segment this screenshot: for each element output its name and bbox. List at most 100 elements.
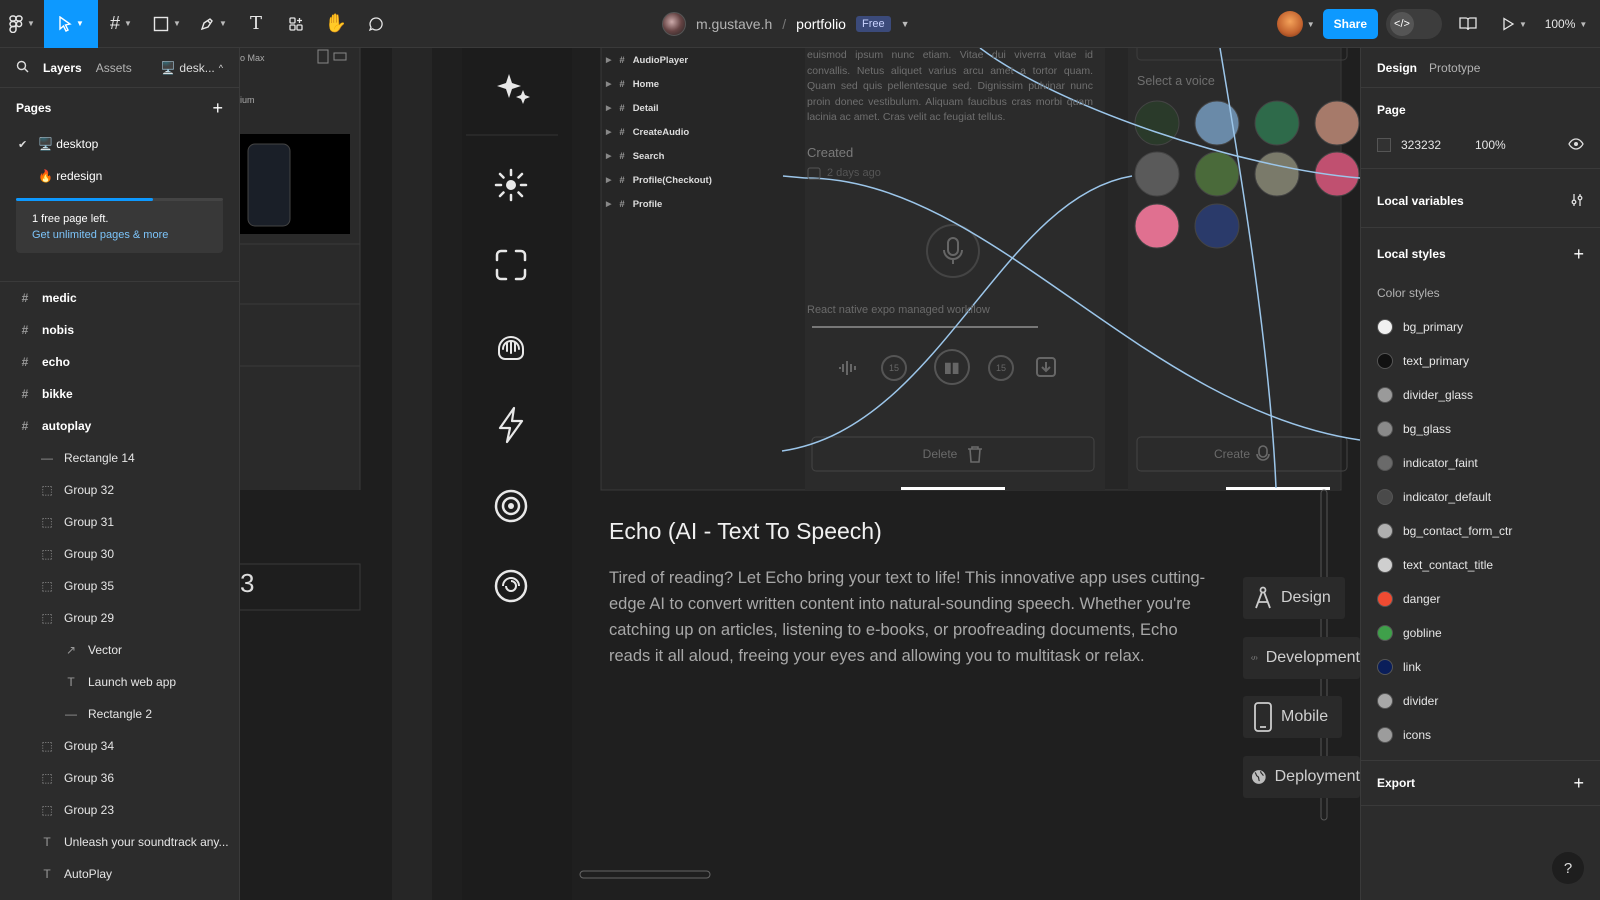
lightning-icon[interactable] xyxy=(493,406,529,444)
color-style-item[interactable]: divider_glass xyxy=(1361,378,1600,412)
layer-label: AutoPlay xyxy=(64,867,113,881)
comment-tool-button[interactable] xyxy=(356,0,396,48)
components-icon xyxy=(289,16,303,31)
page-opacity-value[interactable]: 100% xyxy=(1475,138,1506,152)
upsell-link[interactable]: Get unlimited pages & more xyxy=(32,229,207,241)
color-style-item[interactable]: text_primary xyxy=(1361,344,1600,378)
variables-icon[interactable] xyxy=(1570,193,1584,210)
color-style-item[interactable]: gobline xyxy=(1361,616,1600,650)
page-background-row[interactable]: 323232 100% xyxy=(1361,132,1600,158)
add-style-icon[interactable]: + xyxy=(1573,244,1584,265)
color-style-item[interactable]: link xyxy=(1361,650,1600,684)
file-owner[interactable]: m.gustave.h xyxy=(696,16,772,32)
tag-mobile: Mobile xyxy=(1243,696,1343,738)
caret-right-icon: ▶ xyxy=(606,201,612,208)
multiplayer-avatar-button[interactable]: ▼ xyxy=(1276,11,1315,37)
layer-item[interactable]: # autoplay xyxy=(0,410,240,442)
color-style-item[interactable]: bg_contact_form_ctr xyxy=(1361,514,1600,548)
page-color-swatch[interactable] xyxy=(1377,138,1391,152)
page-item-desktop[interactable]: ✔ 🖥️ desktop xyxy=(0,128,239,160)
tab-assets[interactable]: Assets xyxy=(96,61,132,75)
resources-button[interactable] xyxy=(276,0,316,48)
ai-sparkle-icon[interactable] xyxy=(495,70,531,106)
color-style-item[interactable]: bg_glass xyxy=(1361,412,1600,446)
color-style-item[interactable]: danger xyxy=(1361,582,1600,616)
color-style-item[interactable]: bg_primary xyxy=(1361,310,1600,344)
layer-item[interactable]: # bikke xyxy=(0,378,240,410)
layer-item[interactable]: ⬚ Group 32 xyxy=(0,474,240,506)
page-item-redesign[interactable]: 🔥 redesign xyxy=(0,160,239,192)
figma-logo-icon xyxy=(9,14,23,33)
layer-item[interactable]: # medic xyxy=(0,282,240,314)
add-export-icon[interactable]: + xyxy=(1573,773,1584,794)
tab-design[interactable]: Design xyxy=(1377,61,1417,75)
layer-item[interactable]: ⬚ Group 31 xyxy=(0,506,240,538)
color-swatch xyxy=(1377,625,1393,641)
screen-list-item: ▶ # Home xyxy=(602,72,782,96)
layer-item[interactable]: # nobis xyxy=(0,314,240,346)
layer-item[interactable]: — Rectangle 14 xyxy=(0,442,240,474)
layer-label: Group 23 xyxy=(64,803,115,817)
file-menu-chevron-icon[interactable]: ▼ xyxy=(901,19,910,29)
layer-item[interactable]: T AutoPlay xyxy=(0,858,240,890)
layer-item[interactable]: ⬚ Group 35 xyxy=(0,570,240,602)
layer-item[interactable]: ⬚ Group 36 xyxy=(0,762,240,794)
left-panel: Layers Assets 🖥️ desk... ^ Pages + ✔ 🖥️ … xyxy=(0,48,240,900)
present-button[interactable]: ▼ xyxy=(1494,0,1534,48)
spiral-icon[interactable] xyxy=(493,568,529,604)
tab-layers[interactable]: Layers xyxy=(43,61,82,75)
voice-recognition-icon[interactable] xyxy=(493,327,529,363)
pen-tool-button[interactable]: ▼ xyxy=(190,0,236,48)
left-panel-tabs: Layers Assets 🖥️ desk... ^ xyxy=(0,48,239,88)
layer-item[interactable]: ⬚ Group 30 xyxy=(0,538,240,570)
color-style-item[interactable]: text_contact_title xyxy=(1361,548,1600,582)
user-avatar xyxy=(1276,11,1303,37)
tag-deployment: Deployment xyxy=(1243,756,1360,798)
local-variables-row[interactable]: Local variables xyxy=(1361,179,1600,223)
eye-icon[interactable] xyxy=(1568,137,1584,153)
tag-label: Deployment xyxy=(1274,768,1360,785)
voice-avatar xyxy=(1134,203,1180,249)
device-label: o Max xyxy=(240,53,265,63)
color-style-name: bg_contact_form_ctr xyxy=(1403,524,1513,538)
group-icon: ⬚ xyxy=(41,611,53,625)
layer-item[interactable]: ⬚ Group 29 xyxy=(0,602,240,634)
color-style-item[interactable]: icons xyxy=(1361,718,1600,752)
layer-item[interactable]: — Rectangle 2 xyxy=(0,698,240,730)
code-icon xyxy=(1251,655,1258,661)
text-tool-button[interactable]: T xyxy=(236,0,276,48)
zoom-button[interactable]: 100% ▼ xyxy=(1542,0,1590,48)
chevron-down-icon: ▼ xyxy=(124,19,132,28)
canvas[interactable]: o Max ium 3 ▶ # AudioPlayer ▶ # Home ▶ # Detail ▶… xyxy=(240,48,1360,900)
layer-item[interactable]: ↗ Vector xyxy=(0,634,240,666)
help-button[interactable]: ? xyxy=(1552,852,1584,884)
layer-item[interactable]: T Launch web app xyxy=(0,666,240,698)
shape-tool-button[interactable]: ▼ xyxy=(144,0,190,48)
page-switcher[interactable]: 🖥️ desk... ^ xyxy=(160,61,223,75)
library-button[interactable] xyxy=(1450,0,1486,48)
file-name[interactable]: portfolio xyxy=(796,16,846,32)
layer-item[interactable]: ⬚ Group 23 xyxy=(0,794,240,826)
color-style-item[interactable]: indicator_faint xyxy=(1361,446,1600,480)
figma-menu-button[interactable]: ▼ xyxy=(0,0,44,48)
search-icon[interactable] xyxy=(16,60,29,76)
color-style-item[interactable]: divider xyxy=(1361,684,1600,718)
move-tool-button[interactable]: ▼ xyxy=(44,0,98,48)
hand-tool-button[interactable]: ✋ xyxy=(316,0,356,48)
add-page-icon[interactable]: + xyxy=(212,98,223,119)
lorem-paragraph: euismod ipsum nunc etiam. Vitae dui vive… xyxy=(807,49,1093,123)
page-color-value[interactable]: 323232 xyxy=(1401,138,1465,152)
sun-icon[interactable] xyxy=(493,167,529,203)
layer-item[interactable]: # echo xyxy=(0,346,240,378)
tab-prototype[interactable]: Prototype xyxy=(1429,61,1480,75)
target-icon[interactable] xyxy=(493,488,529,524)
color-style-item[interactable]: indicator_default xyxy=(1361,480,1600,514)
dev-mode-toggle[interactable]: </> xyxy=(1386,9,1442,39)
frame-tool-button[interactable]: # ▼ xyxy=(98,0,144,48)
team-avatar[interactable] xyxy=(662,12,686,36)
frame-corners-icon[interactable] xyxy=(493,247,529,283)
mic-outline-icon xyxy=(1256,445,1270,461)
layer-item[interactable]: ⬚ Group 34 xyxy=(0,730,240,762)
share-button[interactable]: Share xyxy=(1322,9,1378,39)
layer-item[interactable]: T Unleash your soundtrack any... xyxy=(0,826,240,858)
